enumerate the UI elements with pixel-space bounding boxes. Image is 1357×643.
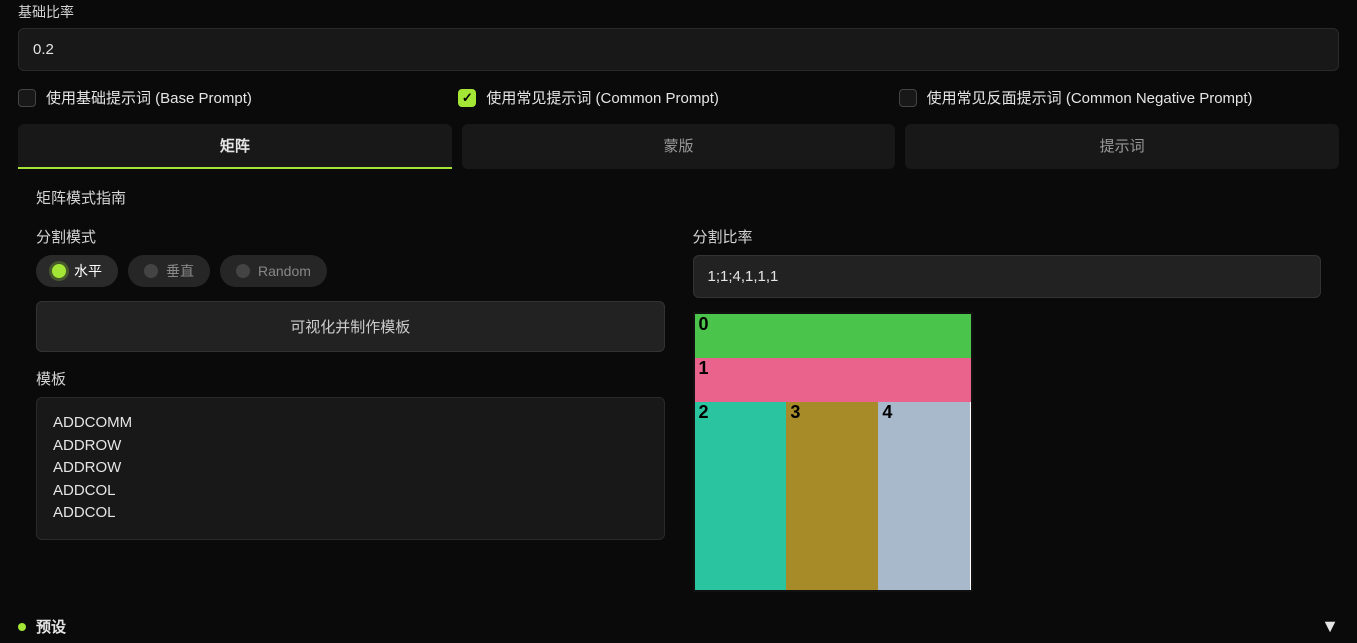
template-textarea[interactable]: ADDCOMMADDROWADDROWADDCOLADDCOL — [36, 397, 665, 540]
viz-region — [695, 358, 971, 402]
viz-region — [878, 402, 970, 590]
common-neg-label: 使用常见反面提示词 (Common Negative Prompt) — [927, 87, 1253, 108]
template-line: ADDCOMM — [53, 412, 648, 435]
mode-horizontal-label: 水平 — [74, 261, 102, 281]
common-neg-checkbox[interactable] — [899, 89, 917, 107]
base-ratio-input[interactable] — [18, 28, 1339, 71]
split-ratio-label: 分割比率 — [693, 226, 1322, 247]
common-prompt-checkbox[interactable] — [458, 89, 476, 107]
visualize-button[interactable]: 可视化并制作模板 — [36, 301, 665, 352]
preset-label: 预设 — [36, 616, 66, 637]
mode-vertical-label: 垂直 — [166, 261, 194, 281]
tab-prompt[interactable]: 提示词 — [905, 124, 1339, 169]
viz-region-number: 4 — [882, 402, 892, 423]
base-prompt-checkbox[interactable] — [18, 89, 36, 107]
tab-matrix[interactable]: 矩阵 — [18, 124, 452, 169]
template-line: ADDCOL — [53, 480, 648, 503]
radio-dot-icon — [236, 264, 250, 278]
base-ratio-label: 基础比率 — [18, 2, 1339, 22]
region-visualization: 0 1 2 3 4 — [693, 312, 973, 592]
viz-region-number: 0 — [699, 314, 709, 335]
mode-random-label: Random — [258, 263, 311, 279]
preset-collapse-toggle[interactable]: ▼ — [1321, 616, 1339, 637]
viz-region — [695, 402, 787, 590]
viz-region-number: 3 — [790, 402, 800, 423]
matrix-guide-title: 矩阵模式指南 — [36, 187, 1321, 208]
viz-region — [786, 402, 878, 590]
tab-mask[interactable]: 蒙版 — [462, 124, 896, 169]
split-mode-label: 分割模式 — [36, 226, 665, 247]
mode-horizontal[interactable]: 水平 — [36, 255, 118, 287]
template-line: ADDROW — [53, 457, 648, 480]
viz-region — [695, 314, 971, 358]
split-ratio-input[interactable] — [693, 255, 1322, 298]
mode-random[interactable]: Random — [220, 255, 327, 287]
template-line: ADDCOL — [53, 502, 648, 525]
common-prompt-label: 使用常见提示词 (Common Prompt) — [486, 87, 719, 108]
base-prompt-label: 使用基础提示词 (Base Prompt) — [46, 87, 252, 108]
template-label: 模板 — [36, 368, 665, 389]
mode-vertical[interactable]: 垂直 — [128, 255, 210, 287]
template-line: ADDROW — [53, 435, 648, 458]
radio-dot-icon — [52, 264, 66, 278]
viz-region-number: 2 — [699, 402, 709, 423]
radio-dot-icon — [144, 264, 158, 278]
viz-region-number: 1 — [699, 358, 709, 379]
